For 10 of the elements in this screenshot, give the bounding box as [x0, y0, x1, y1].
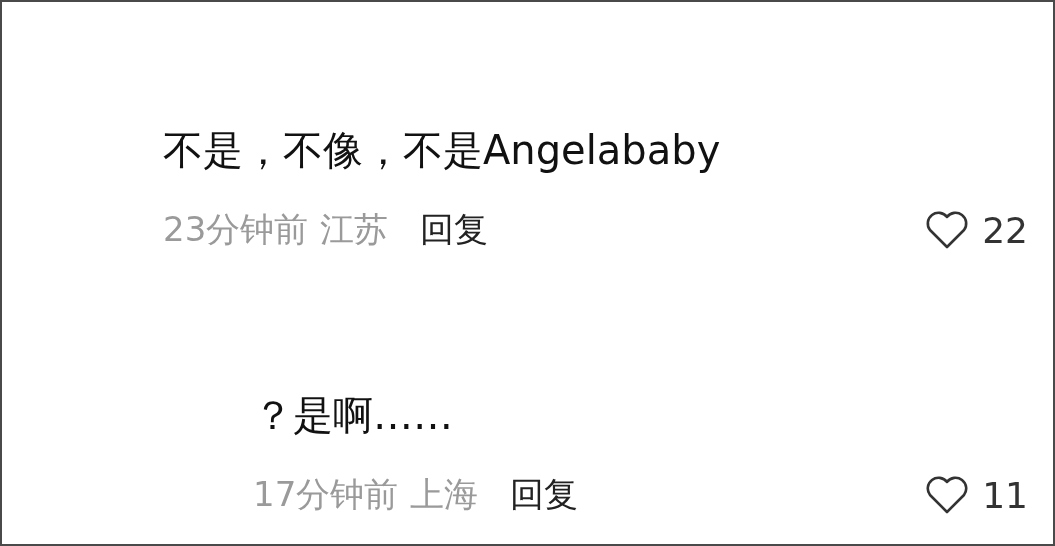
comment-location: 上海 — [410, 473, 479, 516]
comment-time: 23分钟前 — [163, 208, 309, 251]
comment-text: ？是啊…… — [253, 391, 454, 440]
like-count: 11 — [982, 474, 1028, 516]
reply-button[interactable]: 回复 — [420, 207, 489, 253]
comment-text: 不是，不像，不是Angelababy — [163, 126, 722, 175]
reply-button[interactable]: 回复 — [510, 472, 579, 518]
comment-time: 17分钟前 — [253, 473, 399, 516]
comment-location: 江苏 — [320, 208, 389, 251]
like-count: 22 — [982, 209, 1028, 251]
